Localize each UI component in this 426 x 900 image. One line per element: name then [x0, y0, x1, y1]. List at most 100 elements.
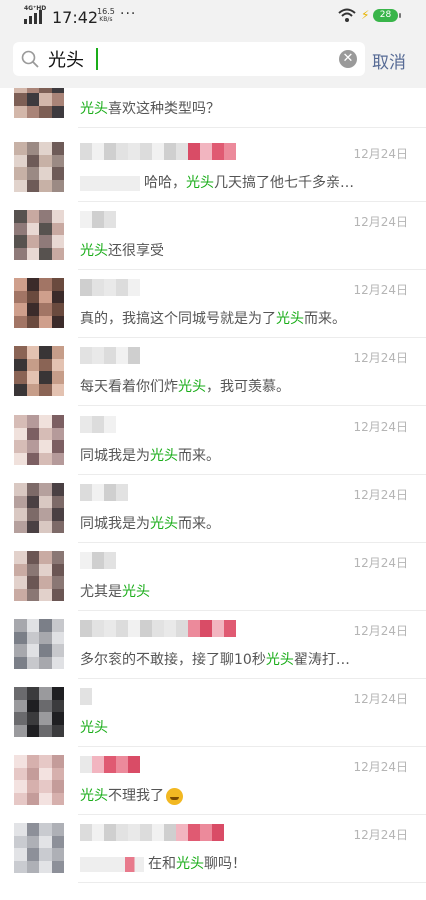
- contact-name-pixelated: [80, 552, 250, 570]
- status-bar: 4G⁺HD 17:42 16.5 KB/s ··· ⚡ 28: [0, 0, 426, 34]
- contact-name-pixelated: [80, 688, 250, 706]
- message-preview: 光头还很享受: [80, 240, 164, 260]
- list-item[interactable]: 12月24日光头不理我了: [0, 747, 426, 815]
- message-date: 12月24日: [353, 215, 408, 229]
- contact-name-pixelated: [80, 824, 250, 842]
- avatar: [14, 142, 64, 192]
- search-highlight: 光头: [186, 175, 214, 191]
- avatar: [14, 755, 64, 805]
- message-text-after: 聊吗！: [204, 856, 246, 872]
- message-date: 12月24日: [353, 420, 408, 434]
- message-text-after: 喜欢这种类型吗？: [108, 101, 220, 117]
- charging-icon: ⚡: [361, 8, 370, 22]
- avatar: [14, 619, 64, 669]
- message-date: 12月24日: [353, 828, 408, 842]
- search-input[interactable]: [48, 46, 308, 72]
- more-notifications: ···: [120, 6, 137, 22]
- list-item[interactable]: 12月24日 真的，我搞这个同城号就是为了光头而来。: [0, 270, 426, 338]
- list-item[interactable]: 12月24日 光头: [0, 679, 426, 747]
- list-item[interactable]: 12月24日光头还很享受: [0, 202, 426, 270]
- search-highlight: 光头: [176, 856, 204, 872]
- message-text-before: 真的，我搞这个同城号就是为了: [80, 311, 276, 327]
- message-preview: 同城我是为光头而来。: [80, 445, 220, 465]
- message-text-before: 每天看着你们炸: [80, 379, 178, 395]
- contact-name-pixelated: [80, 143, 250, 161]
- avatar: [14, 346, 64, 396]
- search-highlight: 光头: [122, 584, 150, 600]
- message-text-after: 而来。: [304, 311, 346, 327]
- cancel-button[interactable]: 取消: [372, 48, 406, 73]
- network-speed-value: 16.5: [97, 7, 115, 16]
- list-item[interactable]: 12月24日同城我是为光头而来。: [0, 407, 426, 475]
- search-highlight: 光头: [80, 101, 108, 117]
- clock-time: 17:42: [52, 8, 99, 27]
- message-text-before: 同城我是为: [80, 516, 150, 532]
- message-text-before: 尤其是: [80, 584, 122, 600]
- search-icon: [21, 50, 39, 68]
- search-highlight: 光头: [276, 311, 304, 327]
- message-date: 12月24日: [353, 624, 408, 638]
- message-text-before: 同城我是为: [80, 448, 150, 464]
- search-box[interactable]: ✕: [13, 42, 365, 76]
- search-highlight: 光头: [80, 788, 108, 804]
- avatar: [14, 88, 64, 118]
- message-text-after: ，我可羡慕。: [206, 379, 290, 395]
- signal-icon: [24, 10, 42, 24]
- message-preview: 多尔衮的不敢接，接了聊10秒光头翟涛打…: [80, 649, 350, 669]
- network-speed-unit: KB/s: [99, 16, 113, 23]
- avatar: [14, 210, 64, 260]
- avatar: [14, 687, 64, 737]
- contact-name-pixelated: [80, 279, 250, 297]
- search-results-list: 12月24日光头喜欢这种类型吗？12月24日哈哈，光头几天搞了他七千多亲…12月…: [0, 88, 426, 900]
- message-preview: 光头喜欢这种类型吗？: [80, 98, 220, 118]
- avatar: [14, 278, 64, 328]
- search-highlight: 光头: [178, 379, 206, 395]
- message-date: 12月24日: [353, 283, 408, 297]
- search-highlight: 光头: [265, 652, 294, 668]
- list-item[interactable]: 12月24日哈哈，光头几天搞了他七千多亲…: [0, 134, 426, 202]
- contact-name-pixelated: [80, 756, 250, 774]
- search-highlight: 光头: [80, 720, 108, 736]
- message-preview: 光头不理我了: [80, 785, 183, 805]
- message-text-before: 哈哈，: [144, 175, 186, 191]
- message-preview: 尤其是光头: [80, 581, 150, 601]
- wifi-icon: [338, 8, 356, 22]
- message-date: 12月24日: [353, 556, 408, 570]
- message-date: 12月24日: [353, 351, 408, 365]
- divider: [78, 127, 426, 128]
- message-text-after: 而来。: [178, 448, 220, 464]
- search-header: ✕ 取消: [0, 34, 426, 88]
- message-text-after: 不理我了: [108, 788, 164, 804]
- message-preview: 哈哈，光头几天搞了他七千多亲…: [80, 172, 354, 192]
- message-preview: 真的，我搞这个同城号就是为了光头而来。: [80, 308, 346, 328]
- contact-name-pixelated: [80, 484, 250, 502]
- emoji-icon: [166, 787, 183, 805]
- list-item[interactable]: 12月24日每天看着你们炸光头，我可羡慕。: [0, 338, 426, 406]
- search-highlight: 光头: [80, 243, 108, 259]
- list-item[interactable]: 12月24日尤其是光头: [0, 543, 426, 611]
- message-date: 12月24日: [353, 147, 408, 161]
- message-date: 12月24日: [353, 760, 408, 774]
- message-preview: 每天看着你们炸光头，我可羡慕。: [80, 376, 290, 396]
- message-text-before: 多尔衮的不敢接，接了聊10秒: [80, 652, 266, 668]
- message-text-after: 而来。: [178, 516, 220, 532]
- message-preview: 光头: [80, 717, 108, 737]
- divider: [78, 405, 426, 406]
- contact-name-pixelated: [80, 620, 250, 638]
- list-item[interactable]: 12月24日在和光头聊吗！: [0, 815, 426, 883]
- list-item[interactable]: 12月24日光头喜欢这种类型吗？: [0, 88, 426, 128]
- text-cursor: [96, 48, 98, 70]
- contact-name-pixelated: [80, 416, 250, 434]
- message-preview: 在和光头聊吗！: [80, 853, 246, 873]
- clear-icon[interactable]: ✕: [339, 50, 357, 68]
- pixelated-text: [80, 175, 140, 191]
- list-item[interactable]: 12月24日 多尔衮的不敢接，接了聊10秒光头翟涛打…: [0, 611, 426, 679]
- avatar: [14, 823, 64, 873]
- list-item[interactable]: 12月24日 同城我是为光头而来。: [0, 475, 426, 543]
- network-speed: 16.5 KB/s: [97, 8, 115, 24]
- message-text-after: 还很享受: [108, 243, 164, 259]
- contact-name-pixelated: [80, 347, 250, 365]
- search-highlight: 光头: [150, 448, 178, 464]
- search-highlight: 光头: [150, 516, 178, 532]
- battery-level: 28: [373, 9, 398, 22]
